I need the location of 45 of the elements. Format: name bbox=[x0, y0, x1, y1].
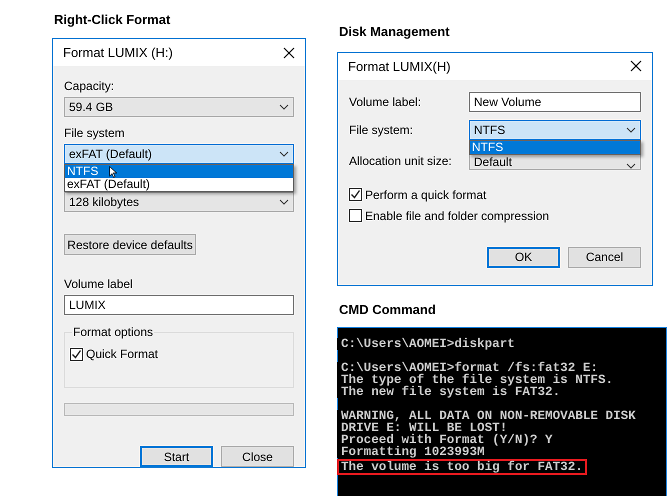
field-label: Volume label: bbox=[349, 94, 422, 109]
checkbox-label: Quick Format bbox=[86, 347, 158, 361]
console-line: Formatting 1023993M bbox=[337, 446, 489, 458]
field-label: Capacity: bbox=[64, 79, 116, 93]
field-label: File system bbox=[64, 126, 126, 140]
dialog-button[interactable]: OK bbox=[487, 246, 560, 268]
close-icon[interactable] bbox=[283, 46, 295, 58]
capacity-dropdown[interactable]: 59.4 GB bbox=[64, 97, 294, 117]
dialog-button[interactable]: Cancel bbox=[568, 246, 641, 268]
chevron-down-icon bbox=[279, 104, 289, 110]
chevron-down-icon bbox=[626, 162, 636, 169]
section-heading: Right-Click Format bbox=[54, 12, 172, 28]
dropdown-option[interactable]: exFAT (Default) bbox=[65, 178, 293, 191]
chevron-down-icon bbox=[279, 151, 289, 157]
console-line: C:\Users\AOMEI>format /fs:fat32 E: bbox=[337, 362, 602, 374]
console-line: The new file system is FAT32. bbox=[337, 386, 564, 398]
window-title: Format LUMIX(H) bbox=[348, 58, 451, 74]
chevron-down-icon bbox=[626, 126, 636, 133]
dialog-button[interactable]: Close bbox=[221, 446, 294, 467]
checkbox[interactable] bbox=[349, 209, 362, 222]
console-line: DRIVE E: WILL BE LOST! bbox=[337, 422, 512, 434]
dialog-button[interactable]: Start bbox=[140, 446, 213, 467]
dropdown-option[interactable]: NTFS bbox=[65, 165, 293, 178]
field-label: Allocation unit size: bbox=[349, 154, 453, 168]
chevron-down-icon bbox=[279, 199, 289, 205]
checkbox[interactable] bbox=[70, 348, 83, 360]
close-icon[interactable] bbox=[630, 60, 642, 72]
restore-defaults-button[interactable]: Restore device defaults bbox=[64, 234, 196, 255]
group-title: Format options bbox=[72, 325, 154, 339]
section-heading: CMD Command bbox=[339, 302, 437, 318]
window-title: Format LUMIX (H:) bbox=[63, 45, 173, 60]
console-line: WARNING, ALL DATA ON NON-REMOVABLE DISK bbox=[337, 410, 640, 422]
dropdown-option[interactable]: NTFS bbox=[470, 140, 640, 154]
checkbox-label: Enable file and folder compression bbox=[365, 208, 550, 223]
field-label: Volume label bbox=[64, 277, 134, 291]
console-line: The type of the file system is NTFS. bbox=[337, 374, 618, 386]
checkbox[interactable] bbox=[349, 188, 362, 202]
volume-label-field[interactable]: New Volume bbox=[468, 92, 641, 112]
field-label: File system: bbox=[349, 122, 414, 137]
allocation-dropdown[interactable]: 128 kilobytes bbox=[64, 192, 294, 212]
volume-label-field[interactable]: LUMIX bbox=[64, 295, 294, 315]
checkbox-label: Perform a quick format bbox=[365, 188, 486, 202]
section-heading: Disk Management bbox=[339, 24, 451, 40]
console-line: C:\Users\AOMEI>diskpart bbox=[337, 338, 519, 350]
console-line: Proceed with Format (Y/N)? Y bbox=[337, 434, 557, 446]
